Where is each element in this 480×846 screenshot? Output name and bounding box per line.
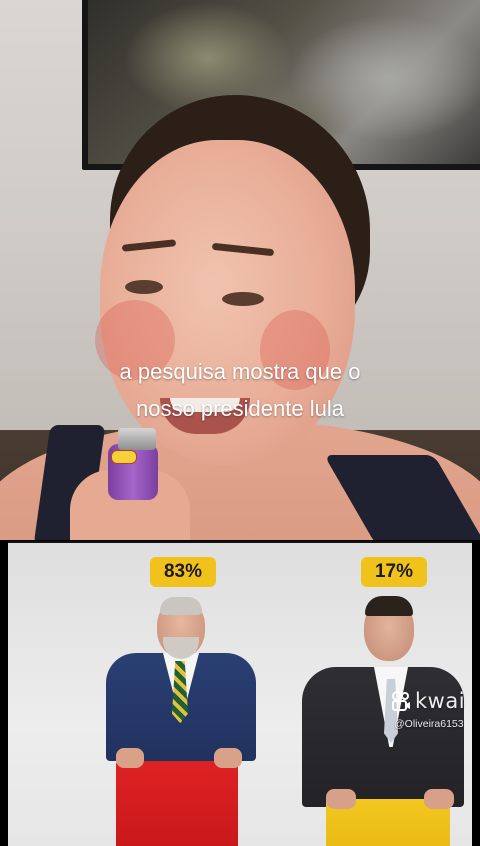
left-candidate-hair (160, 597, 202, 615)
lighter-logo-icon (111, 450, 137, 464)
creator-handle[interactable]: @Oliveira6153 (394, 718, 474, 730)
right-candidate-hair (365, 596, 413, 616)
left-candidate-hand-right (214, 748, 242, 768)
caption-line-1: a pesquisa mostra que o (119, 359, 361, 384)
selfie-video[interactable]: a pesquisa mostra que o nosso presidente… (0, 0, 480, 540)
lighter-head (118, 428, 156, 450)
eye-right (222, 292, 264, 306)
kwai-logo-icon (392, 691, 410, 711)
left-percent-badge: 83% (150, 557, 216, 587)
eye-left (125, 280, 163, 294)
left-candidate-hand-left (116, 748, 144, 768)
left-podium-red (116, 761, 238, 846)
right-candidate-hand-left (326, 789, 356, 809)
right-percent-badge: 17% (361, 557, 427, 587)
right-candidate-hand-right (424, 789, 454, 809)
kwai-watermark: kwai (390, 689, 465, 713)
caption-line-2: nosso presidente lula (136, 396, 344, 421)
kwai-brand-text: kwai (415, 689, 466, 713)
